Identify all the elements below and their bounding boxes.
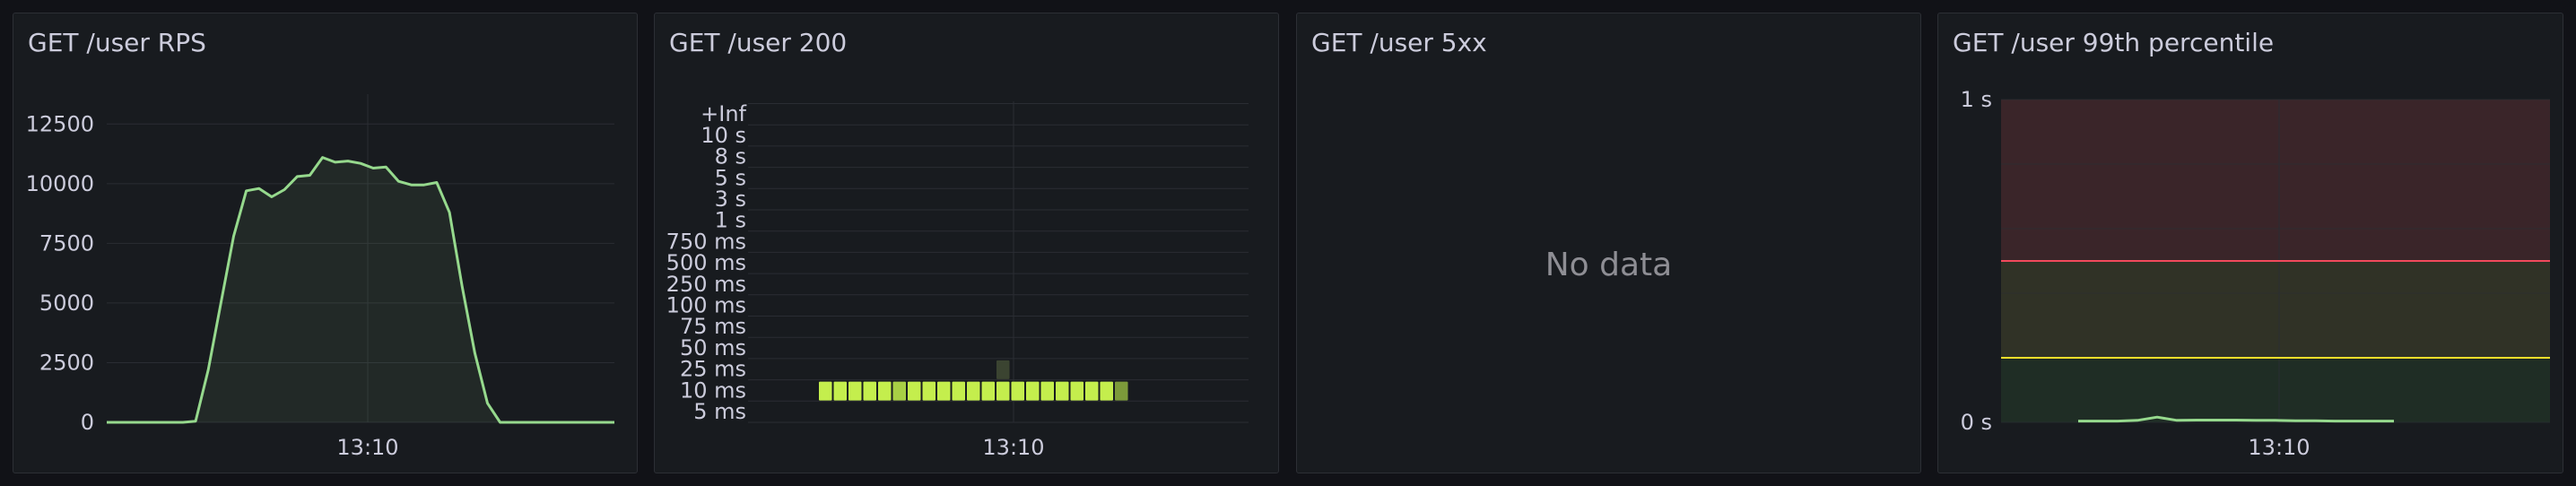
heatmap-cell [1070, 381, 1083, 401]
x-tick-label: 13:10 [2248, 435, 2310, 460]
heatmap-cell [922, 381, 936, 401]
heatmap-cell [863, 381, 876, 401]
panel-status-200[interactable]: GET /user 200 5 ms 10 ms 25 ms 50 ms 75 ms 10… [654, 13, 1279, 473]
heatmap-cell [1040, 381, 1054, 401]
heatmap-cell [1115, 381, 1128, 401]
heatmap-cell [892, 381, 906, 401]
threshold-zone-green [2001, 358, 2550, 422]
heatmap-chart: 5 ms10 ms25 ms50 ms75 ms100 ms250 ms500 … [666, 101, 1249, 460]
heatmap-cell [1100, 381, 1113, 401]
heatmap-cell [996, 360, 1010, 379]
rps-chart: 0 2500 5000 7500 10000 12500 13:10 [26, 94, 614, 460]
series-area [107, 157, 614, 422]
no-data-message: No data [1545, 247, 1673, 283]
dashboard: GET /user RPS 0 2500 5000 7500 10000 12500 13:… [0, 0, 2576, 486]
heatmap-cell [1011, 381, 1024, 401]
panel-status-5xx[interactable]: GET /user 5xx No data [1296, 13, 1921, 473]
heatmap-cell [937, 381, 951, 401]
heatmap-cell [996, 381, 1010, 401]
y-tick-label: 1 s [1961, 87, 1992, 112]
y-tick-label: 0 s [1961, 410, 1992, 435]
y-tick-label: 5000 [39, 291, 94, 316]
heatmap-cell [981, 381, 995, 401]
p99-chart: 0 s 1 s 13:10 [1961, 87, 2550, 460]
heatmap-cell [878, 381, 892, 401]
heatmap-cell [908, 381, 921, 401]
panel-rps[interactable]: GET /user RPS 0 2500 5000 7500 10000 12500 13:… [13, 13, 638, 473]
threshold-zone-yellow [2001, 261, 2550, 358]
heatmap-cell [849, 381, 862, 401]
heatmap-cell [967, 381, 980, 401]
heatmap-cell [952, 381, 965, 401]
y-bucket-label: +Inf [701, 101, 746, 126]
y-tick-label: 10000 [26, 171, 94, 196]
heatmap-cell [833, 381, 847, 401]
y-tick-label: 12500 [26, 111, 94, 136]
y-tick-label: 2500 [39, 350, 94, 375]
y-tick-label: 7500 [39, 230, 94, 256]
heatmap-cell [1085, 381, 1099, 401]
x-tick-label: 13:10 [982, 435, 1044, 460]
heatmap-cell [1026, 381, 1040, 401]
panel-p99[interactable]: GET /user 99th percentile 0 s1 s 13:10 [1937, 13, 2563, 473]
threshold-zone-red [2001, 100, 2550, 261]
heatmap-cell [819, 381, 832, 401]
heatmap-cell [1056, 381, 1069, 401]
x-tick-label: 13:10 [336, 435, 398, 460]
y-tick-label: 0 [81, 410, 94, 435]
panel-title[interactable]: GET /user 5xx [1311, 28, 1487, 57]
